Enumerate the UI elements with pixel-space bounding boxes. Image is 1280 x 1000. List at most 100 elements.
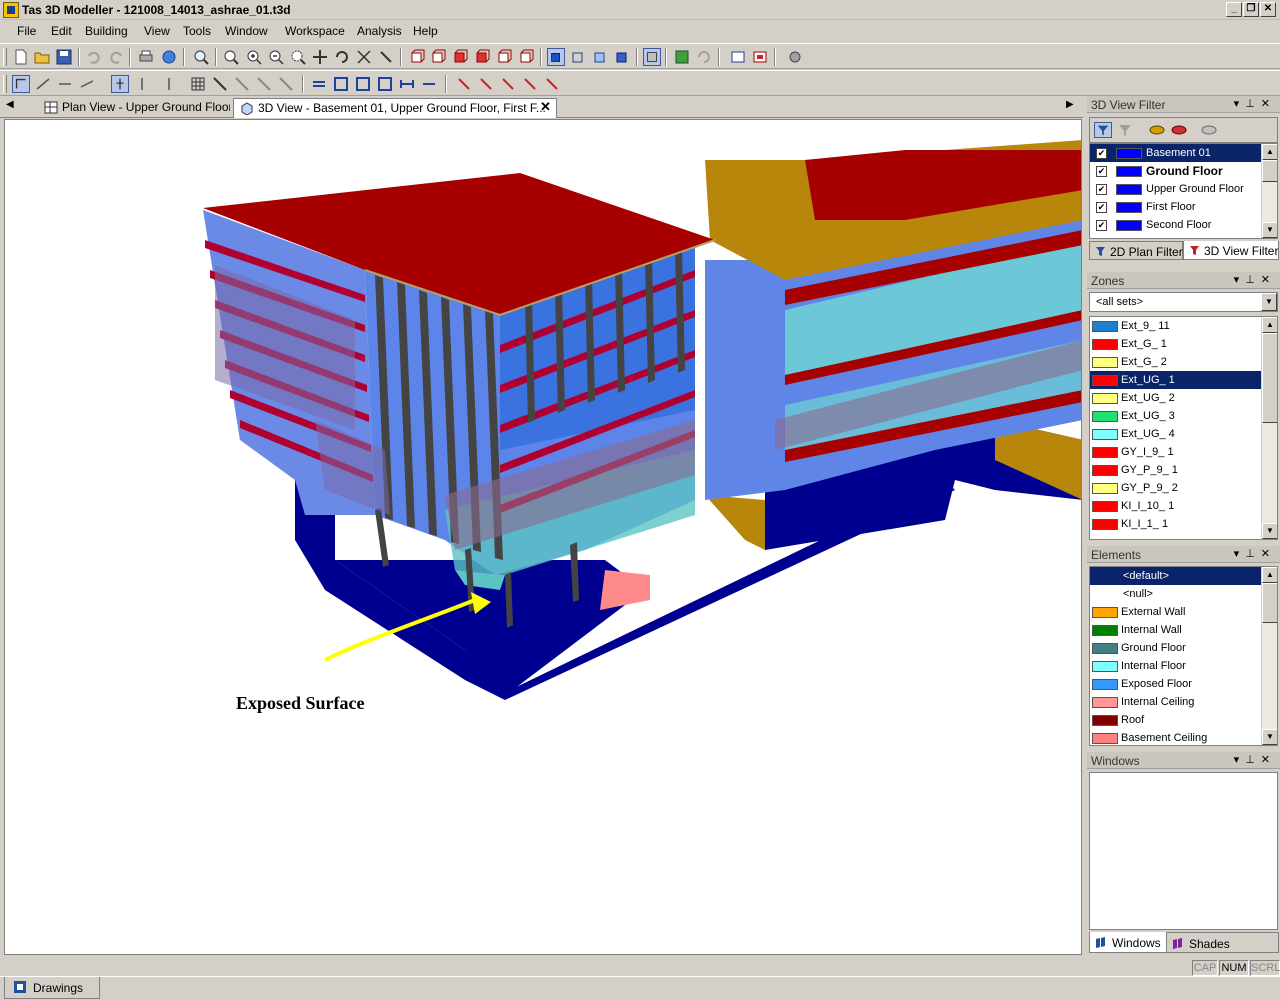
undo-icon[interactable] — [85, 48, 103, 66]
menu-analysis[interactable]: Analysis — [357, 24, 402, 38]
filter-layers-grey-icon[interactable] — [1200, 122, 1218, 138]
list-item[interactable]: Ext_UG_ 3 — [1090, 407, 1263, 425]
filter-row-basement-01[interactable]: ✔ Basement 01 — [1090, 144, 1263, 162]
list-item[interactable]: GY_P_9_ 1 — [1090, 461, 1263, 479]
tool-red-5-icon[interactable] — [543, 75, 561, 93]
window-close-icon[interactable] — [751, 48, 769, 66]
scroll-thumb[interactable] — [1262, 333, 1277, 423]
list-item[interactable]: <default> — [1090, 567, 1263, 585]
wire-view-icon[interactable] — [569, 48, 587, 66]
frame-3-icon[interactable] — [376, 75, 394, 93]
list-item[interactable]: Internal Wall — [1090, 621, 1263, 639]
pan-icon[interactable] — [311, 48, 329, 66]
filter-layers-icon[interactable] — [1148, 122, 1166, 138]
tool-red-4-icon[interactable] — [521, 75, 539, 93]
menu-window[interactable]: Window — [225, 24, 268, 38]
filter-row-second-floor[interactable]: ✔ Second Floor — [1090, 216, 1263, 234]
windows-list[interactable] — [1089, 772, 1278, 930]
solid-view-icon[interactable] — [547, 48, 565, 66]
list-item[interactable]: Internal Ceiling — [1090, 693, 1263, 711]
minimize-button[interactable]: _ — [1226, 2, 1242, 17]
draw-line-icon[interactable] — [34, 75, 52, 93]
scroll-thumb[interactable] — [1262, 160, 1277, 182]
chevron-down-icon[interactable]: ▼ — [1261, 293, 1277, 311]
scroll-down-icon[interactable]: ▼ — [1262, 523, 1277, 539]
scroll-down-icon[interactable]: ▼ — [1262, 729, 1277, 745]
restore-button[interactable]: ❐ — [1243, 2, 1259, 17]
zoom-out-icon[interactable] — [267, 48, 285, 66]
scroll-up-icon[interactable]: ▲ — [1262, 317, 1277, 333]
scroll-thumb[interactable] — [1262, 583, 1277, 623]
list-item[interactable]: Ext_UG_ 1 — [1090, 371, 1263, 389]
list-item[interactable]: <null> — [1090, 585, 1263, 603]
new-file-icon[interactable] — [12, 48, 30, 66]
tool-red-2-icon[interactable] — [477, 75, 495, 93]
filter-layers-red-icon[interactable] — [1170, 122, 1188, 138]
tab-plan-view[interactable]: Plan View - Upper Ground Floor — [38, 98, 230, 118]
panel-buttons[interactable]: ▾⊥✕ — [1234, 547, 1276, 560]
pick-icon[interactable] — [377, 48, 395, 66]
filter-row-first-floor[interactable]: ✔ First Floor — [1090, 198, 1263, 216]
menu-tools[interactable]: Tools — [183, 24, 211, 38]
menu-edit[interactable]: Edit — [51, 24, 72, 38]
cube-top-icon[interactable] — [495, 48, 513, 66]
cube-back-icon[interactable] — [429, 48, 447, 66]
tab-2d-plan-filter[interactable]: 2D Plan Filter — [1089, 241, 1183, 260]
zone-set-dropdown[interactable]: <all sets> ▼ — [1089, 292, 1278, 312]
filter-checkbox[interactable]: ✔ — [1096, 184, 1107, 195]
menu-file[interactable]: File — [17, 24, 36, 38]
vertical-2-icon[interactable] — [133, 75, 151, 93]
tab-3d-view-filter[interactable]: 3D View Filter — [1183, 241, 1279, 260]
draw-cut-icon[interactable] — [78, 75, 96, 93]
list-item[interactable]: KI_I_1_ 1 — [1090, 515, 1263, 533]
tool-red-3-icon[interactable] — [499, 75, 517, 93]
list-item[interactable]: External Wall — [1090, 603, 1263, 621]
tab-drawings[interactable]: Drawings — [4, 977, 100, 999]
list-item[interactable]: Exposed Floor — [1090, 675, 1263, 693]
list-item[interactable]: Ext_UG_ 2 — [1090, 389, 1263, 407]
align-icon[interactable] — [310, 75, 328, 93]
3d-viewport[interactable]: Exposed Surface — [4, 119, 1082, 955]
menu-view[interactable]: View — [144, 24, 170, 38]
rotate-icon[interactable] — [333, 48, 351, 66]
menu-building[interactable]: Building — [85, 24, 128, 38]
list-item[interactable]: Basement Ceiling — [1090, 729, 1263, 745]
print-icon[interactable] — [137, 48, 155, 66]
cube-bottom-icon[interactable] — [517, 48, 535, 66]
panel-buttons[interactable]: ▾⊥✕ — [1234, 753, 1276, 766]
shaded-view-icon[interactable] — [613, 48, 631, 66]
filter-checkbox[interactable]: ✔ — [1096, 202, 1107, 213]
draw-dim-icon[interactable] — [56, 75, 74, 93]
list-item[interactable]: Ext_UG_ 4 — [1090, 425, 1263, 443]
filter-scrollbar[interactable]: ▲ ▼ — [1261, 144, 1277, 238]
grid-icon[interactable] — [189, 75, 207, 93]
open-folder-icon[interactable] — [33, 48, 51, 66]
list-item[interactable]: Ext_9_ 11 — [1090, 317, 1263, 335]
list-item[interactable]: Ground Floor — [1090, 639, 1263, 657]
list-item[interactable]: GY_I_9_ 1 — [1090, 443, 1263, 461]
scroll-up-icon[interactable]: ▲ — [1262, 567, 1277, 583]
select-icon[interactable] — [12, 75, 30, 93]
menu-help[interactable]: Help — [413, 24, 438, 38]
cube-right-icon[interactable] — [473, 48, 491, 66]
filter-checkbox[interactable]: ✔ — [1096, 166, 1107, 177]
tab-3d-view[interactable]: 3D View - Basement 01, Upper Ground Floo… — [233, 98, 557, 118]
filter-select-icon[interactable] — [1094, 122, 1112, 138]
zoom-in-icon[interactable] — [245, 48, 263, 66]
tool-red-1-icon[interactable] — [455, 75, 473, 93]
list-item[interactable]: Ext_G_ 2 — [1090, 353, 1263, 371]
tab-shades[interactable]: Shades — [1167, 932, 1279, 953]
globe-icon[interactable] — [160, 48, 178, 66]
window-icon[interactable] — [729, 48, 747, 66]
toolbar-grip-2[interactable] — [3, 75, 7, 93]
settings-icon[interactable] — [786, 48, 804, 66]
filter-row-upper-ground-floor[interactable]: ✔ Upper Ground Floor — [1090, 180, 1263, 198]
scroll-up-icon[interactable]: ▲ — [1262, 144, 1277, 160]
vertical-icon[interactable] — [111, 75, 129, 93]
vertical-3-icon[interactable] — [160, 75, 178, 93]
snap-4-icon[interactable] — [277, 75, 295, 93]
filter-checkbox[interactable]: ✔ — [1096, 220, 1107, 231]
orbit-icon[interactable] — [355, 48, 373, 66]
check-icon[interactable] — [673, 48, 691, 66]
snap-2-icon[interactable] — [233, 75, 251, 93]
